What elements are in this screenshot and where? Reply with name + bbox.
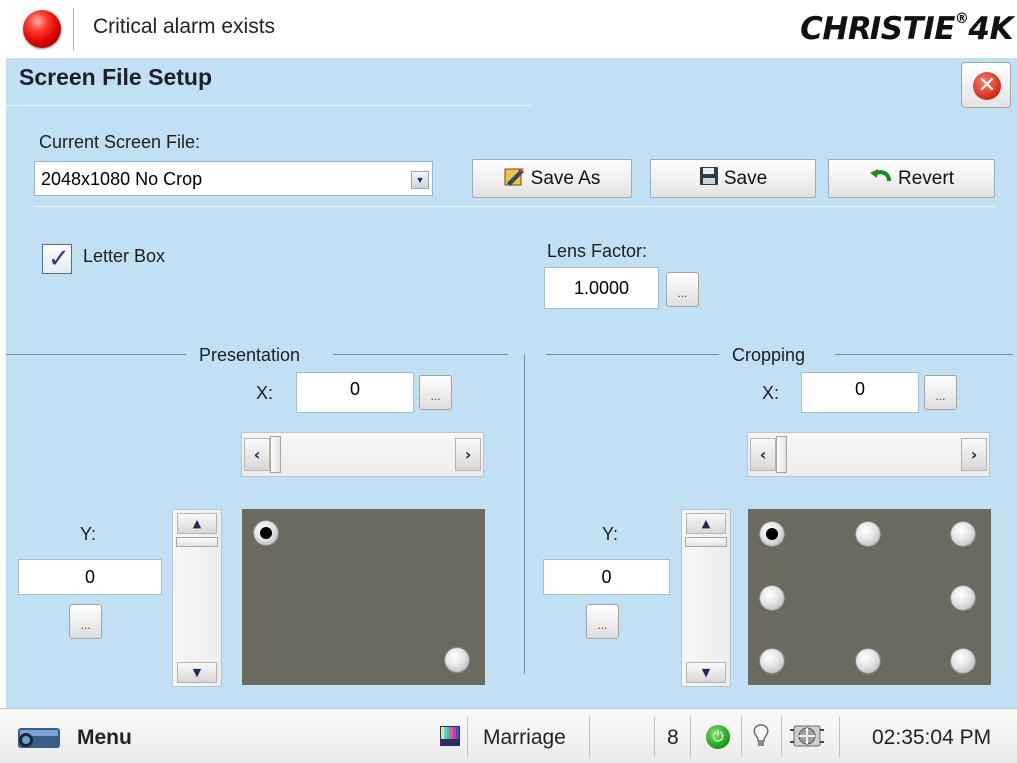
test-pattern-icon[interactable]	[440, 726, 460, 746]
presentation-rule-left	[6, 354, 186, 355]
save-as-button[interactable]: Save As	[472, 159, 632, 198]
anchor-bottom-left-radio[interactable]	[760, 649, 784, 673]
divider	[781, 717, 782, 757]
cropping-rule-right	[835, 354, 1013, 355]
section-divider	[34, 206, 996, 207]
divider	[654, 717, 655, 757]
lamp-icon[interactable]	[751, 723, 771, 749]
scroll-right-icon[interactable]: ›	[961, 438, 987, 471]
cropping-rule-left	[546, 354, 719, 355]
channel-name[interactable]: Marriage	[483, 726, 566, 750]
anchor-top-center-radio[interactable]	[856, 522, 880, 546]
scroll-thumb[interactable]	[270, 436, 281, 473]
presentation-y-label: Y:	[80, 524, 97, 544]
presentation-x-ellipsis-button[interactable]: ...	[419, 375, 452, 410]
anchor-top-left-radio[interactable]	[760, 522, 784, 546]
scroll-up-icon[interactable]: ▲	[686, 513, 726, 534]
divider	[589, 717, 590, 757]
save-as-icon	[504, 166, 526, 192]
anchor-bottom-center-radio[interactable]	[856, 649, 880, 673]
scroll-thumb[interactable]	[685, 537, 727, 547]
anchor-middle-right-radio[interactable]	[951, 586, 975, 610]
cropping-y-scrollbar[interactable]: ▲ ▼	[681, 509, 731, 687]
power-icon[interactable]: ⏻	[706, 725, 730, 749]
presentation-title: Presentation	[199, 345, 301, 365]
scroll-left-icon[interactable]: ‹	[750, 438, 776, 471]
menu-button[interactable]: Menu	[77, 726, 132, 750]
current-screen-file-label: Current Screen File:	[39, 132, 201, 152]
cropping-y-ellipsis-button[interactable]: ...	[586, 604, 619, 639]
title-divider	[6, 105, 532, 106]
scroll-down-icon[interactable]: ▼	[177, 662, 217, 683]
cropping-x-label: X:	[762, 383, 780, 403]
scroll-thumb[interactable]	[176, 537, 218, 547]
presentation-y-scrollbar[interactable]: ▲ ▼	[172, 509, 222, 687]
scroll-left-icon[interactable]: ‹	[244, 438, 270, 471]
cropping-y-field[interactable]: 0	[543, 559, 670, 595]
revert-icon	[869, 167, 893, 191]
save-button[interactable]: Save	[650, 159, 816, 198]
scroll-down-icon[interactable]: ▼	[686, 662, 726, 683]
divider	[690, 717, 691, 757]
top-bar: Critical alarm exists CHRISTIE®4K	[0, 0, 1017, 58]
cropping-x-scrollbar[interactable]: ‹ ›	[747, 432, 990, 477]
screen-file-dropdown[interactable]: 2048x1080 No Crop ▼	[34, 161, 433, 196]
checkmark-icon: ✓	[48, 244, 70, 274]
lens-factor-label: Lens Factor:	[547, 241, 648, 261]
cooling-fan-icon[interactable]	[790, 720, 824, 752]
cropping-title: Cropping	[732, 345, 806, 365]
presentation-anchor-area	[242, 509, 485, 685]
anchor-bottom-right-radio[interactable]	[951, 649, 975, 673]
letter-box-checkbox[interactable]: ✓	[42, 244, 72, 274]
alarm-indicator-icon[interactable]	[23, 10, 61, 48]
anchor-top-left-radio[interactable]	[254, 521, 278, 545]
revert-button[interactable]: Revert	[828, 159, 995, 198]
close-button[interactable]: ✕	[961, 62, 1011, 108]
chevron-down-icon[interactable]: ▼	[411, 171, 429, 189]
lens-factor-field[interactable]: 1.0000	[544, 267, 659, 309]
channel-number: 8	[667, 726, 679, 749]
scroll-thumb[interactable]	[776, 436, 787, 473]
divider	[741, 717, 742, 757]
divider	[839, 717, 840, 757]
cropping-anchor-area	[748, 509, 991, 685]
scroll-right-icon[interactable]: ›	[455, 438, 481, 471]
letter-box-label: Letter Box	[83, 246, 166, 266]
brand-logo: CHRISTIE®4K	[800, 11, 1013, 47]
projector-icon[interactable]	[14, 722, 64, 752]
divider	[467, 717, 468, 757]
presentation-rule-right	[333, 354, 508, 355]
floppy-disk-icon	[699, 166, 719, 192]
presentation-x-scrollbar[interactable]: ‹ ›	[241, 432, 484, 477]
page-title: Screen File Setup	[19, 64, 213, 90]
presentation-y-ellipsis-button[interactable]: ...	[69, 604, 102, 639]
revert-label: Revert	[898, 167, 954, 189]
presentation-y-field[interactable]: 0	[18, 559, 162, 595]
divider	[73, 8, 74, 50]
anchor-middle-left-radio[interactable]	[760, 586, 784, 610]
group-divider	[524, 354, 525, 674]
cropping-x-ellipsis-button[interactable]: ...	[924, 375, 957, 410]
cropping-x-field[interactable]: 0	[801, 372, 919, 413]
clock-time: 02:35:04 PM	[872, 726, 992, 749]
alarm-status-text[interactable]: Critical alarm exists	[93, 15, 275, 39]
save-label: Save	[723, 167, 768, 189]
anchor-top-right-radio[interactable]	[951, 522, 975, 546]
save-as-label: Save As	[530, 167, 601, 189]
presentation-x-field[interactable]: 0	[296, 372, 414, 413]
close-icon: ✕	[973, 72, 1001, 100]
cropping-y-label: Y:	[602, 524, 619, 544]
status-bar: Menu Marriage 8 ⏻ 02:35:04 PM	[0, 708, 1017, 763]
lens-factor-ellipsis-button[interactable]: ...	[666, 272, 699, 307]
scroll-up-icon[interactable]: ▲	[177, 513, 217, 534]
anchor-bottom-right-radio[interactable]	[445, 648, 469, 672]
screen-file-setup-panel: Screen File Setup ✕ Current Screen File:…	[6, 58, 1017, 708]
presentation-x-label: X:	[256, 383, 274, 403]
screen-file-selected: 2048x1080 No Crop	[41, 169, 203, 189]
